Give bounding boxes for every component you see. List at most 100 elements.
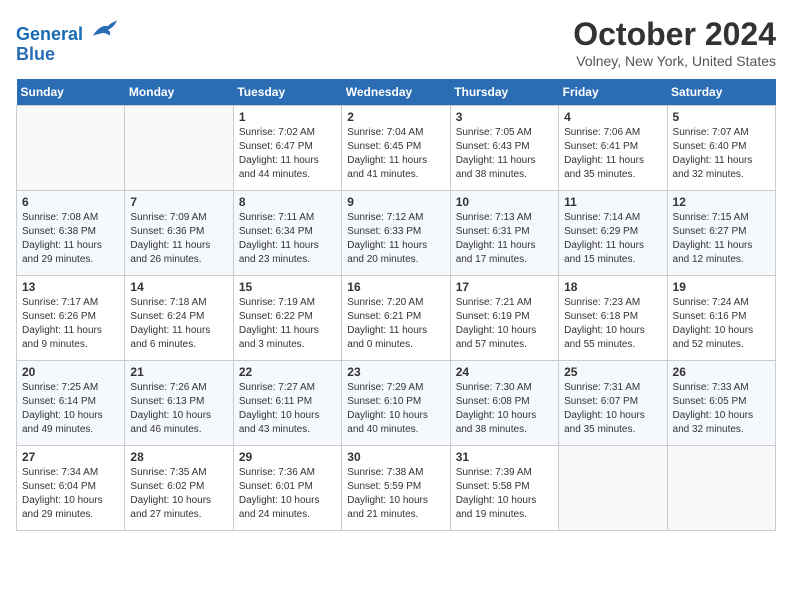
- day-number: 1: [239, 110, 336, 124]
- calendar-cell: 13 Sunrise: 7:17 AM Sunset: 6:26 PM Dayli…: [17, 276, 125, 361]
- day-info: Sunrise: 7:26 AM Sunset: 6:13 PM Dayligh…: [130, 381, 227, 437]
- day-number: 23: [347, 365, 444, 379]
- day-info: Sunrise: 7:20 AM Sunset: 6:21 PM Dayligh…: [347, 296, 444, 352]
- day-number: 28: [130, 450, 227, 464]
- day-number: 11: [564, 195, 661, 209]
- day-info: Sunrise: 7:15 AM Sunset: 6:27 PM Dayligh…: [673, 211, 770, 267]
- calendar-cell: [559, 446, 667, 531]
- day-info: Sunrise: 7:34 AM Sunset: 6:04 PM Dayligh…: [22, 466, 119, 522]
- calendar-cell: 2 Sunrise: 7:04 AM Sunset: 6:45 PM Daylig…: [342, 106, 450, 191]
- calendar-cell: 31 Sunrise: 7:39 AM Sunset: 5:58 PM Dayli…: [450, 446, 558, 531]
- calendar-cell: 4 Sunrise: 7:06 AM Sunset: 6:41 PM Daylig…: [559, 106, 667, 191]
- day-number: 18: [564, 280, 661, 294]
- day-info: Sunrise: 7:04 AM Sunset: 6:45 PM Dayligh…: [347, 126, 444, 182]
- day-number: 17: [456, 280, 553, 294]
- day-info: Sunrise: 7:31 AM Sunset: 6:07 PM Dayligh…: [564, 381, 661, 437]
- calendar-table: SundayMondayTuesdayWednesdayThursdayFrid…: [16, 79, 776, 531]
- calendar-cell: 9 Sunrise: 7:12 AM Sunset: 6:33 PM Daylig…: [342, 191, 450, 276]
- day-number: 20: [22, 365, 119, 379]
- logo-general: General: [16, 24, 83, 44]
- day-info: Sunrise: 7:29 AM Sunset: 6:10 PM Dayligh…: [347, 381, 444, 437]
- day-info: Sunrise: 7:06 AM Sunset: 6:41 PM Dayligh…: [564, 126, 661, 182]
- day-info: Sunrise: 7:12 AM Sunset: 6:33 PM Dayligh…: [347, 211, 444, 267]
- calendar-cell: 3Sunrise: 7:05 AM Sunset: 6:43 PM Daylig…: [450, 106, 558, 191]
- day-number: 4: [564, 110, 661, 124]
- day-info: Sunrise: 7:14 AM Sunset: 6:29 PM Dayligh…: [564, 211, 661, 267]
- day-info: Sunrise: 7:38 AM Sunset: 5:59 PM Dayligh…: [347, 466, 444, 522]
- day-info: Sunrise: 7:23 AM Sunset: 6:18 PM Dayligh…: [564, 296, 661, 352]
- calendar-cell: 28Sunrise: 7:35 AM Sunset: 6:02 PM Dayli…: [125, 446, 233, 531]
- day-info: Sunrise: 7:05 AM Sunset: 6:43 PM Dayligh…: [456, 126, 553, 182]
- calendar-header-row: SundayMondayTuesdayWednesdayThursdayFrid…: [17, 79, 776, 106]
- day-number: 9: [347, 195, 444, 209]
- day-number: 15: [239, 280, 336, 294]
- day-info: Sunrise: 7:07 AM Sunset: 6:40 PM Dayligh…: [673, 126, 770, 182]
- title-block: October 2024 Volney, New York, United St…: [573, 16, 776, 69]
- day-number: 16: [347, 280, 444, 294]
- day-number: 12: [673, 195, 770, 209]
- calendar-week-3: 13 Sunrise: 7:17 AM Sunset: 6:26 PM Dayli…: [17, 276, 776, 361]
- day-info: Sunrise: 7:13 AM Sunset: 6:31 PM Dayligh…: [456, 211, 553, 267]
- calendar-cell: 6 Sunrise: 7:08 AM Sunset: 6:38 PM Daylig…: [17, 191, 125, 276]
- day-info: Sunrise: 7:33 AM Sunset: 6:05 PM Dayligh…: [673, 381, 770, 437]
- calendar-week-5: 27 Sunrise: 7:34 AM Sunset: 6:04 PM Dayli…: [17, 446, 776, 531]
- day-info: Sunrise: 7:02 AM Sunset: 6:47 PM Dayligh…: [239, 126, 336, 182]
- calendar-cell: [667, 446, 775, 531]
- calendar-cell: 12 Sunrise: 7:15 AM Sunset: 6:27 PM Dayli…: [667, 191, 775, 276]
- calendar-cell: 19Sunrise: 7:24 AM Sunset: 6:16 PM Dayli…: [667, 276, 775, 361]
- calendar-cell: 18 Sunrise: 7:23 AM Sunset: 6:18 PM Dayli…: [559, 276, 667, 361]
- location: Volney, New York, United States: [573, 53, 776, 69]
- calendar-cell: 11 Sunrise: 7:14 AM Sunset: 6:29 PM Dayli…: [559, 191, 667, 276]
- day-info: Sunrise: 7:30 AM Sunset: 6:08 PM Dayligh…: [456, 381, 553, 437]
- weekday-header-tuesday: Tuesday: [233, 79, 341, 106]
- day-number: 14: [130, 280, 227, 294]
- logo-blue: Blue: [16, 44, 55, 64]
- day-info: Sunrise: 7:18 AM Sunset: 6:24 PM Dayligh…: [130, 296, 227, 352]
- day-info: Sunrise: 7:39 AM Sunset: 5:58 PM Dayligh…: [456, 466, 553, 522]
- calendar-cell: [125, 106, 233, 191]
- calendar-cell: [17, 106, 125, 191]
- calendar-cell: 29 Sunrise: 7:36 AM Sunset: 6:01 PM Dayli…: [233, 446, 341, 531]
- calendar-week-4: 20Sunrise: 7:25 AM Sunset: 6:14 PM Dayli…: [17, 361, 776, 446]
- weekday-header-sunday: Sunday: [17, 79, 125, 106]
- day-info: Sunrise: 7:09 AM Sunset: 6:36 PM Dayligh…: [130, 211, 227, 267]
- calendar-cell: 24 Sunrise: 7:30 AM Sunset: 6:08 PM Dayli…: [450, 361, 558, 446]
- calendar-cell: 5 Sunrise: 7:07 AM Sunset: 6:40 PM Daylig…: [667, 106, 775, 191]
- calendar-week-1: 1 Sunrise: 7:02 AM Sunset: 6:47 PM Daylig…: [17, 106, 776, 191]
- weekday-header-wednesday: Wednesday: [342, 79, 450, 106]
- day-info: Sunrise: 7:21 AM Sunset: 6:19 PM Dayligh…: [456, 296, 553, 352]
- day-number: 5: [673, 110, 770, 124]
- calendar-cell: 30Sunrise: 7:38 AM Sunset: 5:59 PM Dayli…: [342, 446, 450, 531]
- day-number: 13: [22, 280, 119, 294]
- day-number: 22: [239, 365, 336, 379]
- weekday-header-friday: Friday: [559, 79, 667, 106]
- day-number: 27: [22, 450, 119, 464]
- calendar-cell: 7 Sunrise: 7:09 AM Sunset: 6:36 PM Daylig…: [125, 191, 233, 276]
- logo-bird-icon: [91, 16, 119, 40]
- day-number: 2: [347, 110, 444, 124]
- day-number: 19: [673, 280, 770, 294]
- calendar-cell: 21Sunrise: 7:26 AM Sunset: 6:13 PM Dayli…: [125, 361, 233, 446]
- day-info: Sunrise: 7:27 AM Sunset: 6:11 PM Dayligh…: [239, 381, 336, 437]
- month-title: October 2024: [573, 16, 776, 53]
- calendar-week-2: 6 Sunrise: 7:08 AM Sunset: 6:38 PM Daylig…: [17, 191, 776, 276]
- calendar-cell: 27 Sunrise: 7:34 AM Sunset: 6:04 PM Dayli…: [17, 446, 125, 531]
- calendar-cell: 1 Sunrise: 7:02 AM Sunset: 6:47 PM Daylig…: [233, 106, 341, 191]
- day-info: Sunrise: 7:17 AM Sunset: 6:26 PM Dayligh…: [22, 296, 119, 352]
- weekday-header-thursday: Thursday: [450, 79, 558, 106]
- calendar-cell: 8Sunrise: 7:11 AM Sunset: 6:34 PM Daylig…: [233, 191, 341, 276]
- day-number: 31: [456, 450, 553, 464]
- page-header: General Blue October 2024 Volney, New Yo…: [16, 16, 776, 69]
- calendar-cell: 10 Sunrise: 7:13 AM Sunset: 6:31 PM Dayli…: [450, 191, 558, 276]
- calendar-cell: 14 Sunrise: 7:18 AM Sunset: 6:24 PM Dayli…: [125, 276, 233, 361]
- day-number: 10: [456, 195, 553, 209]
- day-info: Sunrise: 7:08 AM Sunset: 6:38 PM Dayligh…: [22, 211, 119, 267]
- day-info: Sunrise: 7:36 AM Sunset: 6:01 PM Dayligh…: [239, 466, 336, 522]
- day-number: 25: [564, 365, 661, 379]
- day-number: 24: [456, 365, 553, 379]
- day-number: 29: [239, 450, 336, 464]
- day-number: 6: [22, 195, 119, 209]
- day-number: 7: [130, 195, 227, 209]
- day-number: 8: [239, 195, 336, 209]
- weekday-header-saturday: Saturday: [667, 79, 775, 106]
